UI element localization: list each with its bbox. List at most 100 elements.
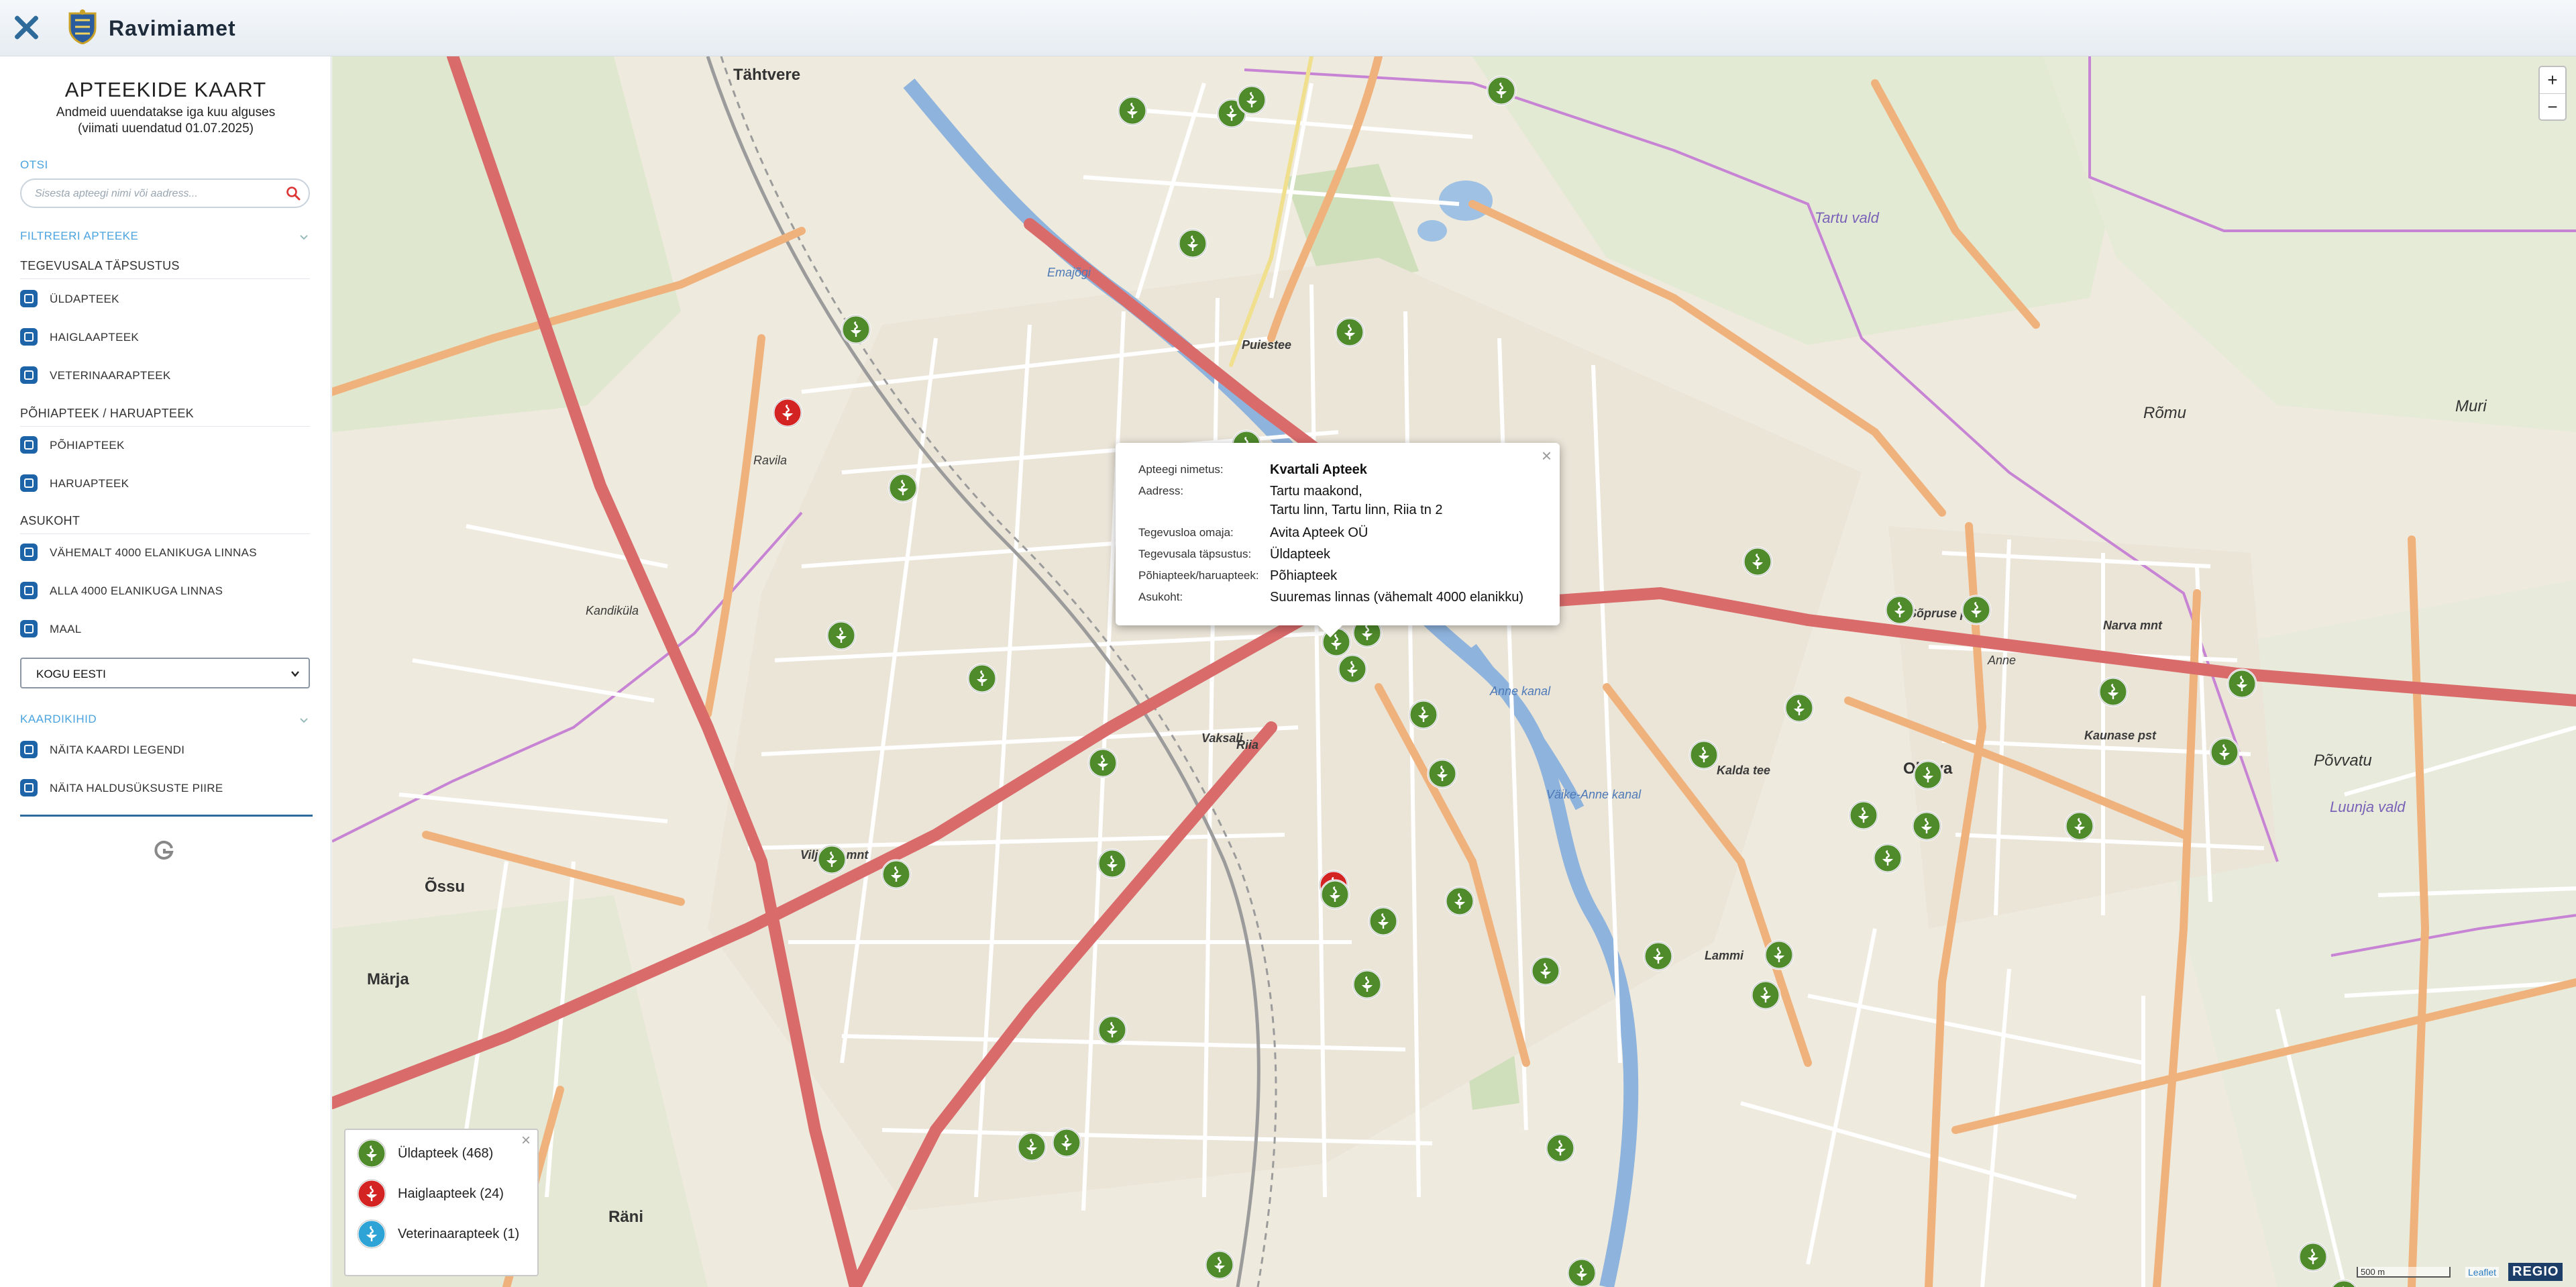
checkbox[interactable] <box>20 544 38 561</box>
checkbox-label: PÕHIAPTEEK <box>50 439 125 452</box>
hospital-pharmacy-marker[interactable] <box>772 397 803 428</box>
place-label: Rõmu <box>2143 404 2187 422</box>
checkbox-label: MAAL <box>50 623 82 635</box>
checkbox[interactable] <box>20 366 38 384</box>
general-pharmacy-marker[interactable] <box>1913 760 1943 790</box>
checkbox[interactable] <box>20 474 38 492</box>
general-pharmacy-marker[interactable] <box>1427 758 1458 789</box>
general-pharmacy-marker[interactable] <box>1444 886 1475 917</box>
place-label: Luunja vald <box>2330 799 2406 815</box>
general-pharmacy-marker[interactable] <box>1764 939 1794 970</box>
general-pharmacy-marker[interactable] <box>1320 879 1350 910</box>
checkbox[interactable] <box>20 436 38 454</box>
general-pharmacy-marker[interactable] <box>1337 654 1368 684</box>
place-label: Räni <box>608 1208 644 1226</box>
popup-close-button[interactable]: × <box>1542 447 1552 464</box>
place-label: Emajõgi <box>1047 266 1091 279</box>
search-section-label: OTSI <box>20 158 48 171</box>
checkbox[interactable] <box>20 582 38 599</box>
general-pharmacy-marker[interactable] <box>1051 1127 1082 1158</box>
chevron-down-icon <box>291 671 299 677</box>
general-pharmacy-marker[interactable] <box>888 472 918 503</box>
general-pharmacy-marker[interactable] <box>1097 848 1128 879</box>
sidebar: APTEEKIDE KAART Andmeid uuendatakse iga … <box>0 56 331 1287</box>
legend-close-button[interactable]: × <box>521 1131 531 1150</box>
general-pharmacy-marker[interactable] <box>1334 317 1365 348</box>
general-pharmacy-marker[interactable] <box>826 620 857 651</box>
general-pharmacy-marker[interactable] <box>881 859 912 890</box>
google-translate-icon[interactable] <box>153 839 176 862</box>
checkbox-label: ÜLDAPTEEK <box>50 293 119 305</box>
checkbox-label: NÄITA HALDUSÜKSUSTE PIIRE <box>50 782 223 794</box>
checkbox-label: HARUAPTEEK <box>50 477 129 490</box>
general-pharmacy-marker[interactable] <box>1911 811 1942 841</box>
close-icon[interactable] <box>11 12 42 43</box>
activity-group-title: TEGEVUSALA TÄPSUSTUS <box>20 259 310 279</box>
leaflet-attribution-link[interactable]: Leaflet <box>2465 1267 2500 1278</box>
general-pharmacy-marker[interactable] <box>1486 75 1517 106</box>
general-pharmacy-marker[interactable] <box>1545 1133 1576 1164</box>
general-pharmacy-marker[interactable] <box>1087 748 1118 778</box>
popup-value: Kvartali Apteek <box>1270 462 1367 477</box>
checkbox[interactable] <box>20 290 38 307</box>
general-pharmacy-marker[interactable] <box>2098 676 2129 707</box>
map-legend: × Üldapteek (468) Haiglaapteek (24) Vete… <box>344 1129 539 1276</box>
place-label: Muri <box>2455 397 2487 415</box>
general-pharmacy-marker[interactable] <box>2226 668 2257 699</box>
general-pharmacy-marker[interactable] <box>1884 595 1915 625</box>
general-pharmacy-marker[interactable] <box>1117 95 1148 126</box>
general-pharmacy-marker[interactable] <box>2298 1241 2328 1272</box>
general-pharmacy-marker[interactable] <box>967 663 998 694</box>
popup-key: Asukoht: <box>1138 590 1183 603</box>
general-pharmacy-marker[interactable] <box>1530 956 1561 986</box>
place-label: Põvvatu <box>2314 752 2372 770</box>
general-pharmacy-marker[interactable] <box>1097 1015 1128 1045</box>
popup-value: Üldapteek <box>1270 547 1331 562</box>
general-pharmacy-marker[interactable] <box>1872 843 1903 874</box>
search-icon[interactable] <box>286 186 301 201</box>
general-pharmacy-marker[interactable] <box>816 844 847 875</box>
checkbox[interactable] <box>20 779 38 796</box>
general-pharmacy-marker[interactable] <box>2328 1279 2359 1287</box>
general-pharmacy-marker[interactable] <box>1784 692 1815 723</box>
general-pharmacy-marker[interactable] <box>1352 969 1383 1000</box>
zoom-out-button[interactable]: − <box>2540 94 2565 120</box>
checkbox[interactable] <box>20 328 38 346</box>
checkbox[interactable] <box>20 741 38 758</box>
general-pharmacy-marker[interactable] <box>1368 906 1399 937</box>
popup-value: Avita Apteek OÜ <box>1270 525 1368 540</box>
zoom-in-button[interactable]: + <box>2540 67 2565 94</box>
general-pharmacy-marker[interactable] <box>1177 228 1208 259</box>
general-pharmacy-marker[interactable] <box>1566 1257 1597 1287</box>
general-pharmacy-marker[interactable] <box>1750 980 1781 1011</box>
region-select-value: KOGU EESTI <box>36 668 106 680</box>
popup-value-line2: Tartu linn, Tartu linn, Riia tn 2 <box>1270 503 1443 517</box>
coat-of-arms-icon <box>68 9 97 44</box>
general-pharmacy-marker[interactable] <box>1236 85 1267 115</box>
region-select[interactable]: KOGU EESTI <box>20 658 310 688</box>
general-pharmacy-marker[interactable] <box>1408 699 1439 730</box>
general-pharmacy-marker[interactable] <box>841 314 871 345</box>
general-pharmacy-marker[interactable] <box>1688 739 1719 770</box>
checkbox[interactable] <box>20 620 38 637</box>
general-pharmacy-marker[interactable] <box>1016 1131 1047 1162</box>
general-pharmacy-marker[interactable] <box>1742 546 1773 577</box>
general-pharmacy-marker[interactable] <box>2064 811 2095 841</box>
general-pharmacy-marker[interactable] <box>2209 737 2240 768</box>
place-label: Märja <box>367 970 409 988</box>
layers-toggle[interactable]: KAARDIKIHID <box>20 713 310 727</box>
general-pharmacy-marker[interactable] <box>1643 941 1674 972</box>
filter-toggle[interactable]: FILTREERI APTEEKE <box>20 229 310 244</box>
legend-item-veterinary: Veterinaarapteek (1) <box>356 1219 519 1251</box>
place-label: Anne <box>1988 654 2017 667</box>
general-pharmacy-marker[interactable] <box>1961 595 1992 625</box>
legend-label: Veterinaarapteek (1) <box>398 1227 520 1241</box>
general-pharmacy-marker[interactable] <box>1848 800 1879 831</box>
sidebar-subtitle: Andmeid uuendatakse iga kuu alguses (vii… <box>0 105 331 137</box>
map[interactable]: Tähtvere Tartu vald Rõmu Muri Kandiküla … <box>332 56 2576 1287</box>
general-pharmacy-marker[interactable] <box>1204 1249 1235 1280</box>
brand-name[interactable]: Ravimiamet <box>109 16 236 41</box>
search-box[interactable] <box>20 178 310 208</box>
divider <box>20 815 313 817</box>
search-input[interactable] <box>34 185 278 203</box>
